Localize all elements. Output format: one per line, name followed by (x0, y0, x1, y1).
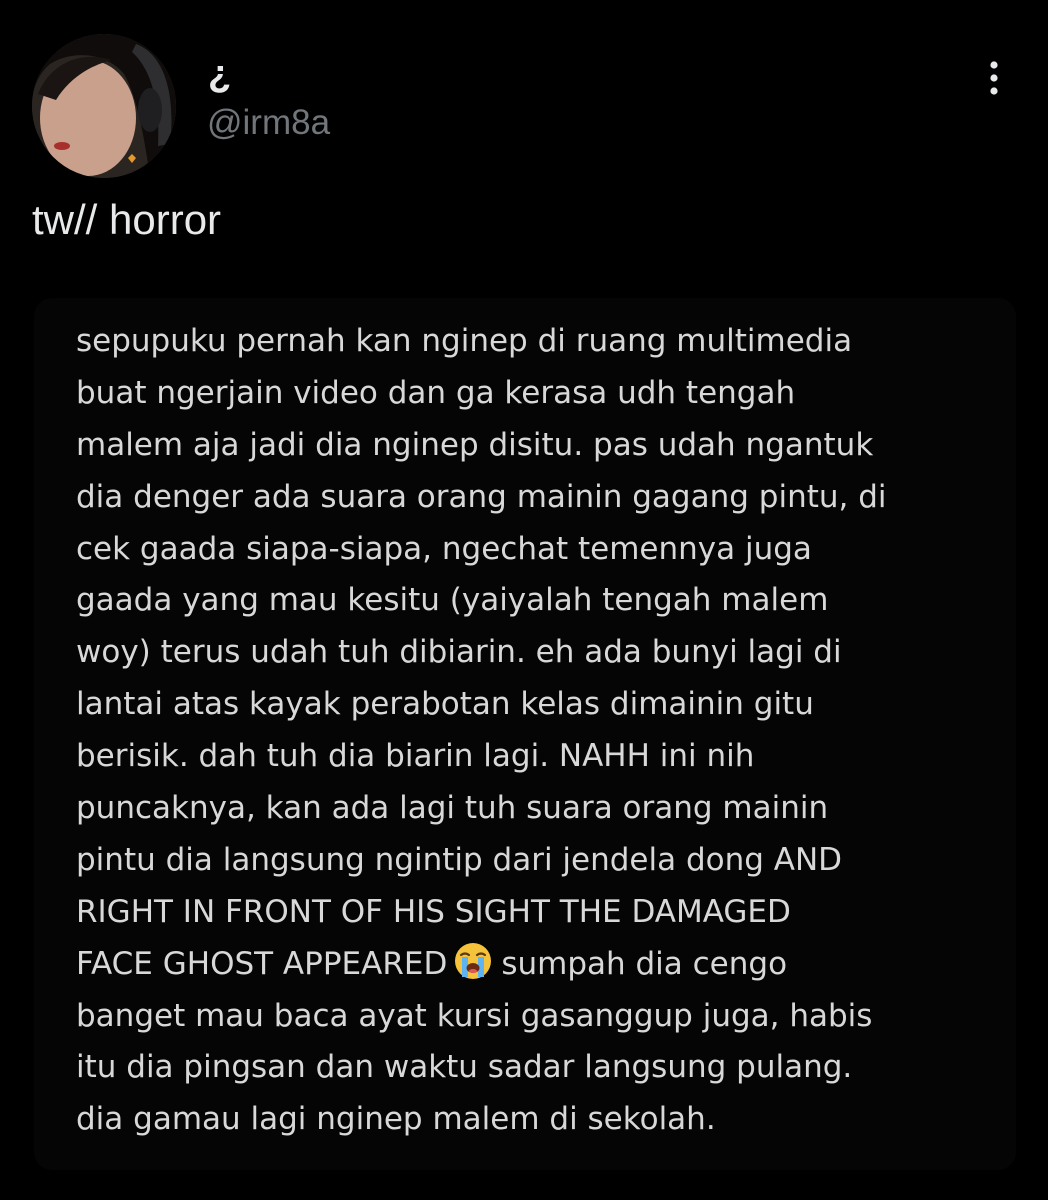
more-options-button[interactable] (966, 50, 1022, 106)
image-text-line: dia gamau lagi nginep malem di sekolah. (76, 1101, 716, 1138)
more-vertical-icon (990, 61, 998, 95)
image-text-line: sepupuku pernah kan nginep di ruang mult… (76, 323, 853, 359)
image-text-line: puncaknya, kan ada lagi tuh suara orang … (76, 790, 829, 827)
image-text-line: dia denger ada suara orang mainin gagang… (76, 478, 887, 515)
avatar[interactable] (32, 34, 176, 178)
profile-photo-icon (32, 34, 176, 178)
image-text-line: buat ngerjain video dan ga kerasa udh te… (76, 374, 796, 411)
image-text-line: lantai atas kayak perabotan kelas dimain… (76, 686, 814, 723)
author-display-name[interactable]: ¿ (208, 54, 231, 94)
loudly-crying-face-icon (455, 942, 492, 979)
image-text-line: banget mau baca ayat kursi gasanggup jug… (76, 997, 873, 1034)
image-text-line: woy) terus udah tuh dibiarin. eh ada bun… (76, 634, 842, 671)
tweet-text: tw// horror (32, 196, 222, 243)
image-text-line: itu dia pingsan dan waktu sadar langsung… (76, 1049, 853, 1086)
image-text-line: cek gaada siapa-siapa, ngechat temennya … (76, 530, 812, 567)
image-text-segment: sumpah dia cengo (501, 945, 788, 982)
image-text-line-with-emoji: FACE GHOST APPEARED sumpah dia cengo (76, 939, 887, 991)
author-handle[interactable]: @irm8a (207, 103, 330, 143)
attached-image[interactable]: sepupuku pernah kan nginep di ruang mult… (34, 298, 1016, 1170)
image-text-line: RIGHT IN FRONT OF HIS SIGHT THE DAMAGED (76, 893, 791, 930)
image-text-line: malem aja jadi dia nginep disitu. pas ud… (76, 426, 874, 463)
image-text-line: pintu dia langsung ngintip dari jendela … (76, 841, 843, 878)
image-text-segment: FACE GHOST APPEARED (76, 945, 448, 982)
image-text-line: gaada yang mau kesitu (yaiyalah tengah m… (76, 582, 829, 619)
image-text-line: berisik. dah tuh dia biarin lagi. NAHH i… (76, 738, 755, 775)
image-text: sepupuku pernah kan nginep di ruang mult… (76, 316, 887, 1146)
